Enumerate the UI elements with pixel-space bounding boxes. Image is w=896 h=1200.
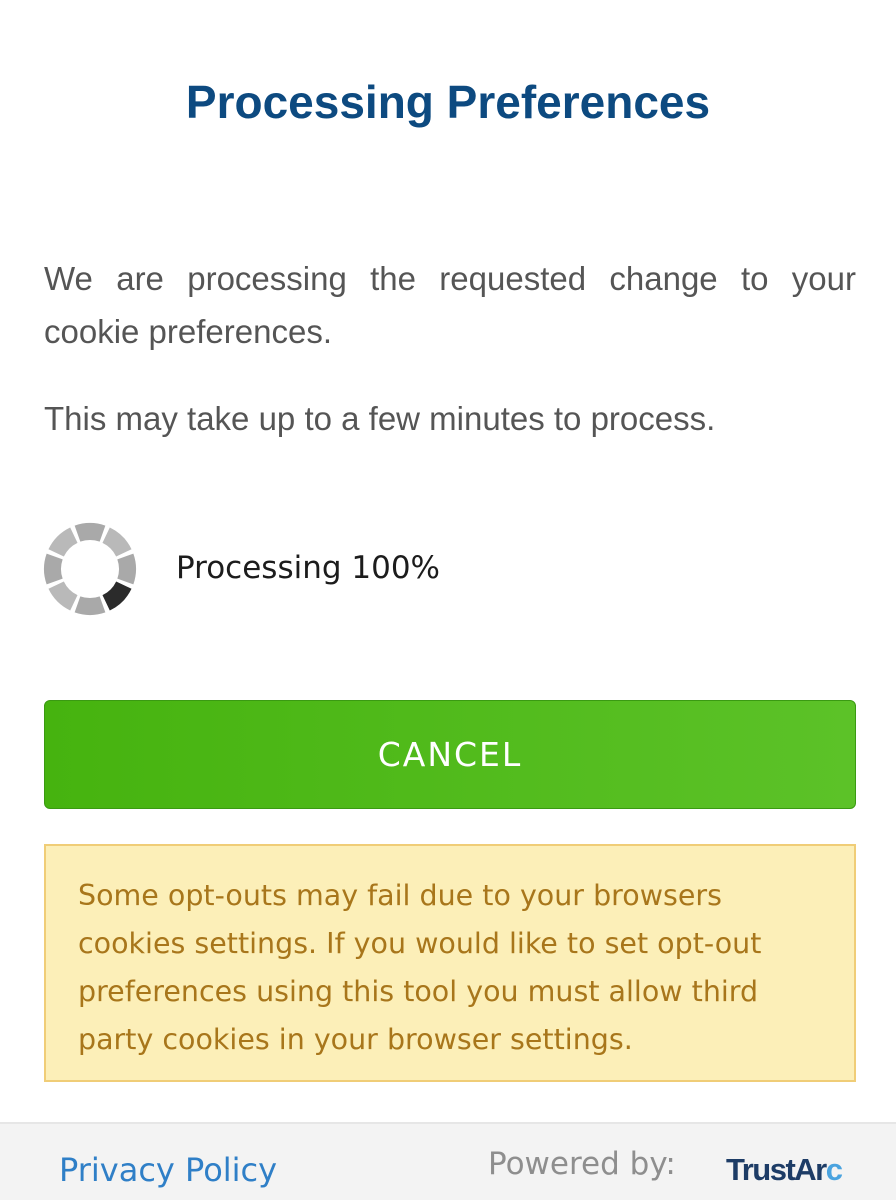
- spinner-icon: [44, 523, 136, 615]
- trustarc-logo-main: TrustAr: [726, 1152, 827, 1187]
- privacy-policy-link[interactable]: Privacy Policy: [59, 1148, 277, 1192]
- powered-by-label: Powered by:: [488, 1146, 676, 1182]
- spinner-segment: [48, 581, 78, 611]
- page-title: Processing Preferences: [185, 76, 711, 128]
- cancel-button[interactable]: CANCEL: [44, 700, 856, 809]
- intro-text: We are processing the requested change t…: [44, 260, 856, 350]
- trustarc-logo-accent: c: [825, 1152, 843, 1187]
- spinner-segment: [44, 553, 63, 585]
- cookie-warning-box: Some opt-outs may fail due to your brows…: [44, 844, 856, 1082]
- progress-status: Processing 100%: [176, 550, 441, 586]
- spinner-segment: [74, 523, 106, 542]
- cookie-warning-text: Some opt-outs may fail due to your brows…: [78, 879, 762, 1056]
- spinner-segment: [117, 553, 136, 585]
- spinner-segment: [102, 527, 132, 557]
- time-notice: This may take up to a few minutes to pro…: [44, 400, 716, 437]
- footer: Privacy Policy Powered by: TrustArc: [0, 1122, 896, 1200]
- spinner-segment: [74, 596, 106, 615]
- spinner-segment: [48, 527, 78, 557]
- trustarc-logo[interactable]: TrustArc: [726, 1148, 843, 1192]
- spinner-segment: [102, 581, 132, 611]
